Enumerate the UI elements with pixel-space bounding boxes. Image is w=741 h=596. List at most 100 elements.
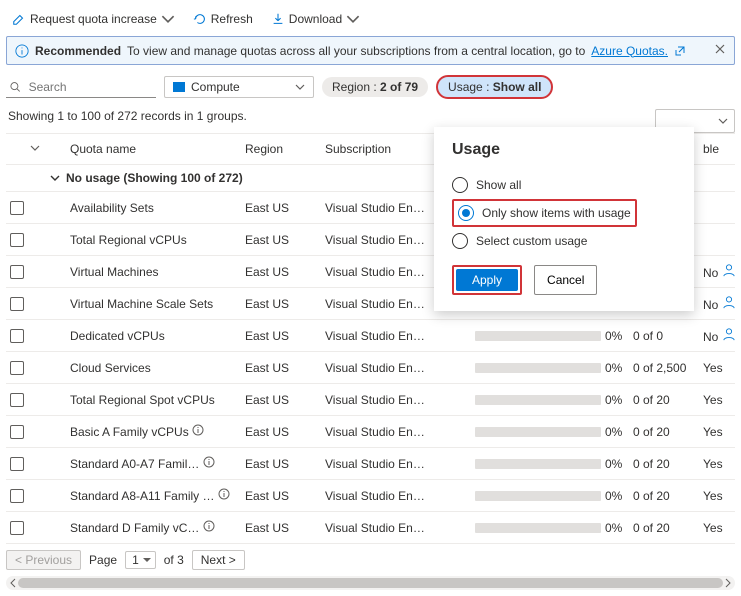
table-row[interactable]: Standard A8-A11 Family … East USVisual S… — [6, 480, 735, 512]
external-link-icon — [674, 45, 686, 57]
region-cell: East US — [243, 325, 323, 347]
row-checkbox[interactable] — [10, 265, 24, 279]
usage-filter-pill[interactable]: Usage : Show all — [436, 75, 553, 99]
usage-percent: 0% — [603, 485, 631, 507]
refresh-button[interactable]: Refresh — [187, 10, 259, 28]
row-checkbox[interactable] — [10, 457, 24, 471]
quota-name-cell: Virtual Machine Scale Sets — [68, 293, 243, 315]
subscription-cell: Visual Studio En… — [323, 453, 433, 475]
adjustable-cell: Yes — [701, 357, 741, 379]
apply-button[interactable]: Apply — [456, 269, 518, 291]
table-row[interactable]: Basic A Family vCPUs East USVisual Studi… — [6, 416, 735, 448]
region-cell: East US — [243, 357, 323, 379]
row-checkbox[interactable] — [10, 393, 24, 407]
col-adjustable[interactable]: ble — [701, 136, 741, 162]
radio-custom-usage[interactable]: Select custom usage — [452, 227, 676, 255]
row-checkbox[interactable] — [10, 361, 24, 375]
region-label: Region : — [332, 80, 380, 94]
col-region[interactable]: Region — [243, 136, 323, 162]
subscription-cell: Visual Studio En… — [323, 293, 433, 315]
subscription-cell: Visual Studio En… — [323, 197, 433, 219]
radio-label: Show all — [476, 178, 521, 192]
adjustable-cell: No — [701, 323, 741, 348]
quota-name-cell: Cloud Services — [68, 357, 243, 379]
quota-text: 0 of 2,500 — [631, 357, 701, 379]
person-icon[interactable] — [722, 295, 736, 309]
info-icon[interactable] — [203, 520, 215, 532]
usage-percent: 0% — [603, 357, 631, 379]
quota-name-cell: Virtual Machines — [68, 261, 243, 283]
search-input[interactable] — [27, 79, 152, 95]
region-cell: East US — [243, 293, 323, 315]
region-cell: East US — [243, 485, 323, 507]
search-box[interactable] — [6, 77, 156, 98]
scrollbar-thumb[interactable] — [18, 578, 723, 588]
popup-title: Usage — [452, 141, 676, 159]
download-button[interactable]: Download — [265, 10, 366, 28]
chevron-down-icon — [30, 143, 40, 153]
info-icon[interactable] — [192, 424, 204, 436]
person-icon[interactable] — [722, 263, 736, 277]
adjustable-cell — [701, 236, 741, 244]
azure-quotas-link[interactable]: Azure Quotas. — [591, 44, 668, 58]
chevron-down-icon — [161, 12, 175, 26]
info-icon[interactable] — [203, 456, 215, 468]
close-icon — [714, 43, 726, 55]
quota-name-cell: Basic A Family vCPUs — [68, 420, 243, 443]
row-checkbox[interactable] — [10, 425, 24, 439]
compute-icon — [173, 82, 185, 92]
region-cell: East US — [243, 261, 323, 283]
request-quota-button[interactable]: Request quota increase — [6, 10, 181, 28]
provider-select[interactable]: Compute — [164, 76, 314, 98]
table-row[interactable]: Total Regional Spot vCPUsEast USVisual S… — [6, 384, 735, 416]
region-cell: East US — [243, 229, 323, 251]
adjustable-cell: No — [701, 291, 741, 316]
previous-button[interactable]: < Previous — [6, 550, 81, 570]
page-select[interactable]: 1 — [125, 551, 156, 569]
usage-bar — [473, 423, 603, 441]
banner-close-button[interactable] — [714, 43, 726, 58]
subscription-cell: Visual Studio En… — [323, 485, 433, 507]
col-quota-name[interactable]: Quota name — [68, 136, 243, 162]
radio-label: Only show items with usage — [482, 206, 631, 220]
scroll-left-icon — [8, 578, 18, 588]
usage-percent: 0% — [603, 453, 631, 475]
person-icon[interactable] — [722, 327, 736, 341]
banner-tag: Recommended — [35, 44, 121, 58]
filter-bar: Compute Region : 2 of 79 Usage : Show al… — [6, 65, 735, 109]
download-icon — [271, 12, 285, 26]
subscription-cell: Visual Studio En… — [323, 261, 433, 283]
radio-only-usage[interactable]: Only show items with usage — [458, 203, 631, 223]
row-checkbox[interactable] — [10, 329, 24, 343]
info-icon — [15, 44, 29, 58]
info-icon[interactable] — [218, 488, 230, 500]
radio-show-all[interactable]: Show all — [452, 171, 676, 199]
row-checkbox[interactable] — [10, 201, 24, 215]
table-row[interactable]: Standard A0-A7 Famil… East USVisual Stud… — [6, 448, 735, 480]
row-checkbox[interactable] — [10, 297, 24, 311]
expand-all-toggle[interactable] — [28, 136, 68, 162]
cancel-button[interactable]: Cancel — [534, 265, 597, 295]
col-subscription[interactable]: Subscription — [323, 136, 433, 162]
subscription-cell: Visual Studio En… — [323, 421, 433, 443]
chevron-down-icon — [295, 82, 305, 92]
row-checkbox[interactable] — [10, 489, 24, 503]
search-icon — [10, 81, 21, 93]
chevron-down-icon — [346, 12, 360, 26]
table-row[interactable]: Cloud ServicesEast USVisual Studio En…0%… — [6, 352, 735, 384]
table-row[interactable]: Standard D Family vC… East USVisual Stud… — [6, 512, 735, 544]
table-row[interactable]: Dedicated vCPUsEast USVisual Studio En…0… — [6, 320, 735, 352]
horizontal-scrollbar[interactable] — [6, 576, 735, 590]
subscription-cell: Visual Studio En… — [323, 389, 433, 411]
region-value: 2 of 79 — [380, 80, 418, 94]
region-filter-pill[interactable]: Region : 2 of 79 — [322, 77, 428, 97]
quota-text: 0 of 20 — [631, 421, 701, 443]
row-checkbox[interactable] — [10, 233, 24, 247]
quota-name-cell: Standard A0-A7 Famil… — [68, 452, 243, 475]
chevron-down-icon — [50, 173, 60, 183]
region-cell: East US — [243, 421, 323, 443]
adjustable-cell — [701, 204, 741, 212]
next-button[interactable]: Next > — [192, 550, 245, 570]
refresh-label: Refresh — [211, 12, 253, 26]
refresh-icon — [193, 12, 207, 26]
